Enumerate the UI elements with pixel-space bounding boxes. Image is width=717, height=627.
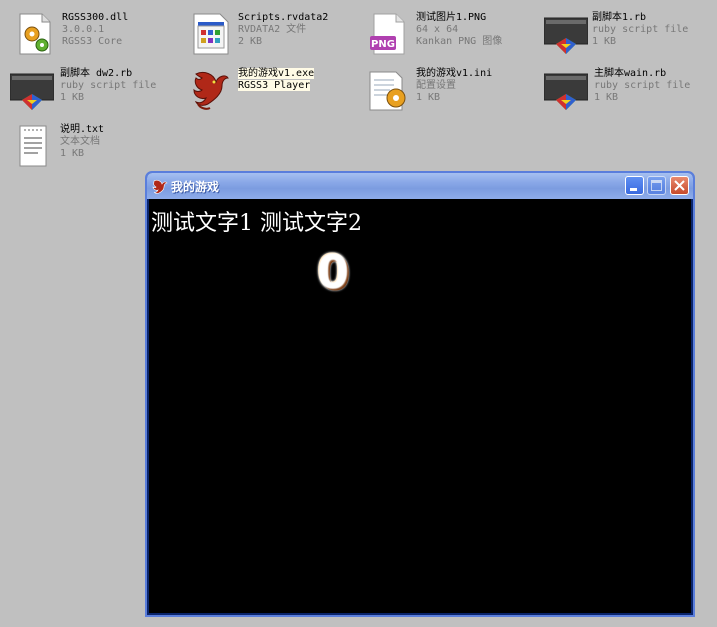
svg-text:PNG: PNG — [371, 39, 395, 50]
file-detail: ruby script file — [592, 24, 689, 35]
minimize-button[interactable] — [625, 176, 644, 195]
file-name: RGSS300.dll — [62, 12, 129, 23]
close-icon — [674, 180, 685, 191]
close-button[interactable] — [670, 176, 689, 195]
file-detail: 1 KB — [60, 148, 85, 159]
application-window-icon — [193, 13, 229, 55]
file-detail: 64 x 64 — [416, 24, 459, 35]
file-detail: 配置设置 — [416, 80, 456, 91]
file-scripts-rvdata2[interactable]: Scripts.rvdata2 RVDATA2 文件 2 KB — [190, 12, 362, 64]
file-main-script-rb[interactable]: 主脚本wain.rb ruby script file 1 KB — [544, 68, 716, 120]
file-detail: 1 KB — [416, 92, 441, 103]
file-name: 副脚本1.rb — [592, 12, 647, 23]
window-title: 我的游戏 — [171, 180, 220, 194]
score-number: 0 — [313, 245, 353, 299]
file-game-ini[interactable]: 我的游戏v1.ini 配置设置 1 KB — [366, 68, 538, 120]
text-document-icon — [19, 125, 47, 167]
file-sub-script-1-rb[interactable]: 副脚本1.rb ruby script file 1 KB — [544, 12, 716, 64]
file-png-image[interactable]: PNG 测试图片1.PNG 64 x 64 Kankan PNG 图像 — [368, 12, 540, 64]
file-detail: RGSS3 Core — [62, 36, 123, 47]
file-name: 测试图片1.PNG — [416, 12, 487, 23]
file-detail: 1 KB — [60, 92, 85, 103]
file-name: 说明.txt — [60, 124, 105, 135]
dll-gear-icon — [19, 13, 51, 55]
file-detail: 2 KB — [238, 36, 263, 47]
file-detail: RGSS3 Player — [238, 80, 311, 91]
file-detail: 1 KB — [594, 92, 619, 103]
ruby-script-icon — [544, 17, 588, 54]
dragon-exe-icon — [193, 71, 229, 110]
png-file-icon: PNG — [370, 13, 405, 55]
game-canvas[interactable]: 测试文字1 测试文字2 0 — [149, 199, 691, 613]
ruby-script-icon — [544, 73, 588, 110]
game-window[interactable]: 我的游戏 测试文字1 测试文字2 0 — [145, 171, 695, 617]
file-name: Scripts.rvdata2 — [238, 12, 329, 23]
file-game-exe[interactable]: 我的游戏v1.exe RGSS3 Player — [188, 68, 360, 120]
maximize-button[interactable] — [647, 176, 666, 195]
window-titlebar[interactable]: 我的游戏 — [147, 173, 693, 199]
file-sub-script-dw2-rb[interactable]: 副脚本 dw2.rb ruby script file 1 KB — [10, 68, 182, 120]
file-readme-txt[interactable]: 说明.txt 文本文档 1 KB — [12, 124, 184, 176]
ruby-script-icon — [10, 73, 54, 110]
file-name: 我的游戏v1.ini — [416, 68, 493, 79]
minimize-icon — [630, 188, 637, 191]
file-name: 主脚本wain.rb — [594, 68, 667, 79]
file-detail: 1 KB — [592, 36, 617, 47]
game-text: 测试文字1 测试文字2 — [151, 211, 362, 236]
file-detail: Kankan PNG 图像 — [416, 36, 503, 47]
dragon-app-icon — [152, 179, 168, 194]
file-detail: ruby script file — [60, 80, 157, 91]
file-rgss300-dll[interactable]: RGSS300.dll 3.0.0.1 RGSS3 Core — [14, 12, 186, 64]
file-name: 我的游戏v1.exe — [238, 68, 315, 79]
file-name: 副脚本 dw2.rb — [60, 68, 133, 79]
file-detail: 文本文档 — [60, 136, 100, 147]
file-detail: 3.0.0.1 — [62, 24, 105, 35]
file-detail: RVDATA2 文件 — [238, 24, 307, 35]
file-detail: ruby script file — [594, 80, 691, 91]
maximize-icon — [651, 180, 662, 191]
ini-settings-icon — [369, 71, 406, 111]
